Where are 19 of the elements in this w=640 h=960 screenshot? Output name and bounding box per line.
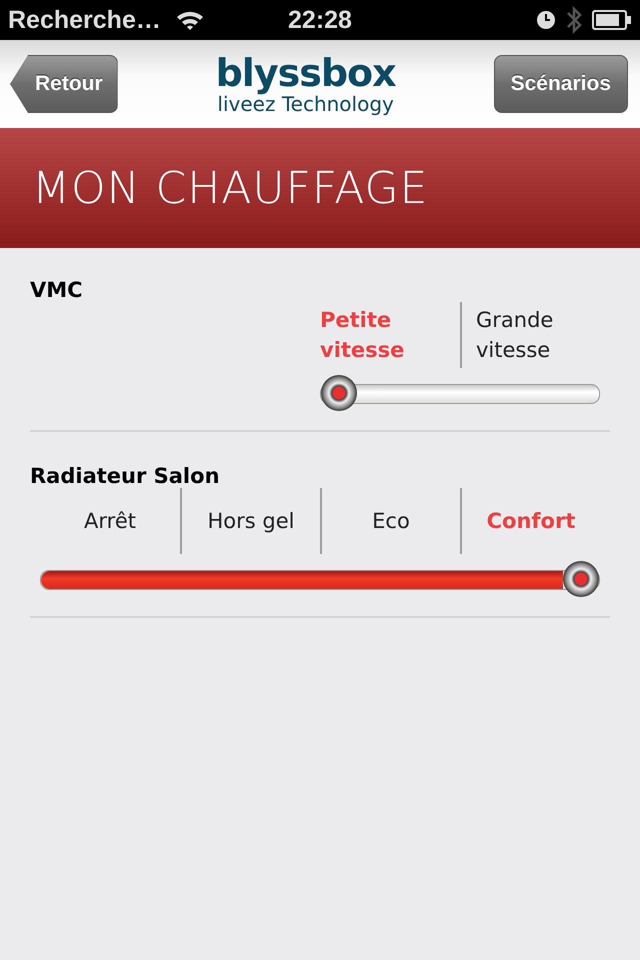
alarm-clock-icon <box>536 10 556 30</box>
slider-thumb[interactable] <box>321 375 357 411</box>
bluetooth-icon <box>566 5 582 35</box>
mode-option[interactable]: Arrêt <box>84 506 136 536</box>
scenarios-button[interactable]: Scénarios <box>494 55 628 113</box>
clock-time: 22:28 <box>287 6 353 34</box>
carrier-name: Recherche… <box>8 6 161 34</box>
device-name: VMC <box>30 278 84 302</box>
device-name: Radiateur Salon <box>30 464 221 488</box>
page-title: MON CHAUFFAGE <box>32 162 428 214</box>
battery-icon <box>592 10 632 30</box>
slider-thumb[interactable] <box>563 561 599 597</box>
mode-option[interactable]: Eco <box>372 506 410 536</box>
logo: blyssbox <box>216 53 396 93</box>
logo-tagline: liveez Technology <box>217 93 394 115</box>
back-button[interactable]: Retour <box>10 55 118 113</box>
wifi-icon <box>174 9 205 31</box>
mode-option[interactable]: Grande vitesse <box>476 305 600 365</box>
mode-option[interactable]: Hors gel <box>208 506 294 536</box>
